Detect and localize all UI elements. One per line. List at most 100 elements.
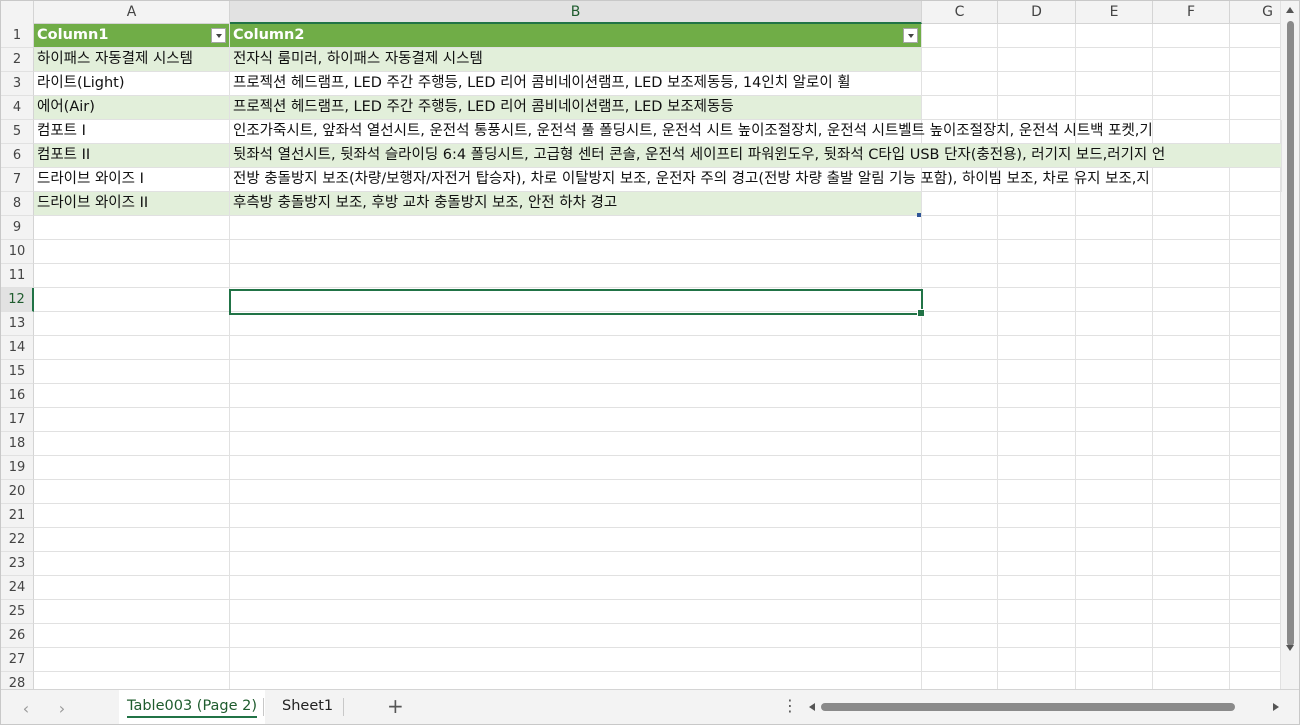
gridline (34, 647, 1282, 648)
gridline (34, 527, 1282, 528)
table-cell[interactable]: 에어(Air) (34, 96, 230, 120)
gridline (34, 263, 1282, 264)
table-cell[interactable]: 프로젝션 헤드램프, LED 주간 주행등, LED 리어 콤비네이션램프, L… (230, 72, 922, 96)
table-cell[interactable]: 라이트(Light) (34, 72, 230, 96)
cell-text: 에어(Air) (37, 99, 95, 115)
horizontal-scrollbar[interactable] (807, 700, 1281, 714)
row-header-19[interactable]: 19 (1, 456, 34, 480)
sheet-tab-sheet1[interactable]: Sheet1 (274, 690, 341, 724)
table-cell[interactable]: 뒷좌석 열선시트, 뒷좌석 슬라이딩 6:4 폴딩시트, 고급형 센터 콘솔, … (230, 144, 1282, 168)
row-header-22[interactable]: 22 (1, 528, 34, 552)
table-resize-handle[interactable] (917, 213, 921, 217)
scroll-up-icon[interactable] (1286, 7, 1294, 13)
row-header-11[interactable]: 11 (1, 264, 34, 288)
row-header-26[interactable]: 26 (1, 624, 34, 648)
cell-text: 프로젝션 헤드램프, LED 주간 주행등, LED 리어 콤비네이션램프, L… (233, 99, 734, 115)
cell-text: 드라이브 와이즈 I (37, 171, 144, 187)
column-header-d[interactable]: D (998, 1, 1076, 24)
column-header-f[interactable]: F (1153, 1, 1230, 24)
row-header-12[interactable]: 12 (1, 288, 34, 312)
table-header-cell[interactable]: Column1 (34, 24, 230, 48)
column-header-a[interactable]: A (34, 1, 230, 24)
row-header-4[interactable]: 4 (1, 96, 34, 120)
gridline (34, 383, 1282, 384)
table-cell[interactable]: 인조가죽시트, 앞좌석 열선시트, 운전석 통풍시트, 운전석 풀 폴딩시트, … (230, 120, 1282, 144)
row-header-20[interactable]: 20 (1, 480, 34, 504)
row-header-18[interactable]: 18 (1, 432, 34, 456)
gridline (34, 455, 1282, 456)
spreadsheet-window: A B C D E F G 1 2 3 4 5 6 7 8 9 10 11 12 13 14 15 16 17 1… (0, 0, 1300, 725)
gridline (34, 671, 1282, 672)
tab-divider (263, 698, 264, 716)
table-cell[interactable]: 드라이브 와이즈 II (34, 192, 230, 216)
scroll-down-icon[interactable] (1286, 645, 1294, 651)
sheet-tab-table003[interactable]: Table003 (Page 2) (119, 690, 266, 724)
table-cell[interactable]: 하이패스 자동결제 시스템 (34, 48, 230, 72)
vertical-scroll-thumb[interactable] (1287, 21, 1294, 646)
row-header-15[interactable]: 15 (1, 360, 34, 384)
table-cell[interactable]: 전자식 룸미러, 하이패스 자동결제 시스템 (230, 48, 922, 72)
cell-text: 컴포트 II (37, 147, 91, 163)
cell-text: 인조가죽시트, 앞좌석 열선시트, 운전석 통풍시트, 운전석 풀 폴딩시트, … (233, 123, 1153, 139)
row-header-7[interactable]: 7 (1, 168, 34, 192)
cell-text: 드라이브 와이즈 II (37, 195, 149, 211)
row-header-5[interactable]: 5 (1, 120, 34, 144)
add-sheet-button[interactable]: + (387, 694, 404, 718)
cell-text: 프로젝션 헤드램프, LED 주간 주행등, LED 리어 콤비네이션램프, L… (233, 75, 851, 91)
row-header-24[interactable]: 24 (1, 576, 34, 600)
tab-divider (343, 698, 344, 716)
vertical-scrollbar[interactable] (1280, 1, 1299, 691)
table-cell[interactable]: 후측방 충돌방지 보조, 후방 교차 충돌방지 보조, 안전 하차 경고 (230, 192, 922, 216)
scroll-right-icon[interactable] (1273, 703, 1279, 711)
prev-sheet-button[interactable]: ‹ (17, 699, 35, 718)
cell-text: 뒷좌석 열선시트, 뒷좌석 슬라이딩 6:4 폴딩시트, 고급형 센터 콘솔, … (233, 147, 1166, 163)
column-header-c[interactable]: C (922, 1, 998, 24)
row-header-14[interactable]: 14 (1, 336, 34, 360)
gridline (34, 575, 1282, 576)
row-header-21[interactable]: 21 (1, 504, 34, 528)
row-header-1[interactable]: 1 (1, 24, 34, 48)
filter-dropdown-icon[interactable] (211, 28, 226, 43)
cell-text: 전방 충돌방지 보조(차량/보행자/자전거 탑승자), 차로 이탈방지 보조, … (233, 171, 1150, 187)
table-cell[interactable]: 컴포트 II (34, 144, 230, 168)
row-header-10[interactable]: 10 (1, 240, 34, 264)
active-tab-underline (127, 716, 258, 718)
row-header-8[interactable]: 8 (1, 192, 34, 216)
scroll-left-icon[interactable] (809, 703, 815, 711)
select-all-corner[interactable] (1, 1, 34, 24)
table-cell[interactable]: 프로젝션 헤드램프, LED 주간 주행등, LED 리어 콤비네이션램프, L… (230, 96, 922, 120)
table-cell[interactable]: 컴포트 I (34, 120, 230, 144)
filter-dropdown-icon[interactable] (903, 28, 918, 43)
column-header-e[interactable]: E (1076, 1, 1153, 24)
table-cell[interactable]: 전방 충돌방지 보조(차량/보행자/자전거 탑승자), 차로 이탈방지 보조, … (230, 168, 1282, 192)
row-header-2[interactable]: 2 (1, 48, 34, 72)
gridline (34, 407, 1282, 408)
cell-text: 후측방 충돌방지 보조, 후방 교차 충돌방지 보조, 안전 하차 경고 (233, 195, 618, 211)
gridline (34, 335, 1282, 336)
horizontal-scroll-thumb[interactable] (821, 703, 1235, 711)
column-header-b[interactable]: B (230, 1, 922, 24)
row-header-23[interactable]: 23 (1, 552, 34, 576)
row-header-25[interactable]: 25 (1, 600, 34, 624)
row-header-6[interactable]: 6 (1, 144, 34, 168)
worksheet-grid[interactable]: A B C D E F G 1 2 3 4 5 6 7 8 9 10 11 12 13 14 15 16 17 1… (1, 1, 1282, 691)
row-header-17[interactable]: 17 (1, 408, 34, 432)
table-cell[interactable]: 드라이브 와이즈 I (34, 168, 230, 192)
row-header-16[interactable]: 16 (1, 384, 34, 408)
row-header-3[interactable]: 3 (1, 72, 34, 96)
gridline (34, 479, 1282, 480)
row-header-13[interactable]: 13 (1, 312, 34, 336)
gridline (34, 359, 1282, 360)
row-header-27[interactable]: 27 (1, 648, 34, 672)
column-header-bar: A B C D E F G (1, 1, 1282, 24)
cell-text: 라이트(Light) (37, 75, 125, 91)
next-sheet-button[interactable]: › (53, 699, 71, 718)
column-header-g[interactable]: G (1230, 1, 1282, 24)
gridline (34, 551, 1282, 552)
gridline (34, 599, 1282, 600)
sheet-tab-bar: ‹ › Table003 (Page 2) Sheet1 + ⋮ (1, 689, 1299, 724)
row-header-9[interactable]: 9 (1, 216, 34, 240)
active-cell-b12[interactable] (229, 289, 925, 317)
table-header-cell[interactable]: Column2 (230, 24, 922, 48)
more-options-icon[interactable]: ⋮ (782, 696, 798, 715)
